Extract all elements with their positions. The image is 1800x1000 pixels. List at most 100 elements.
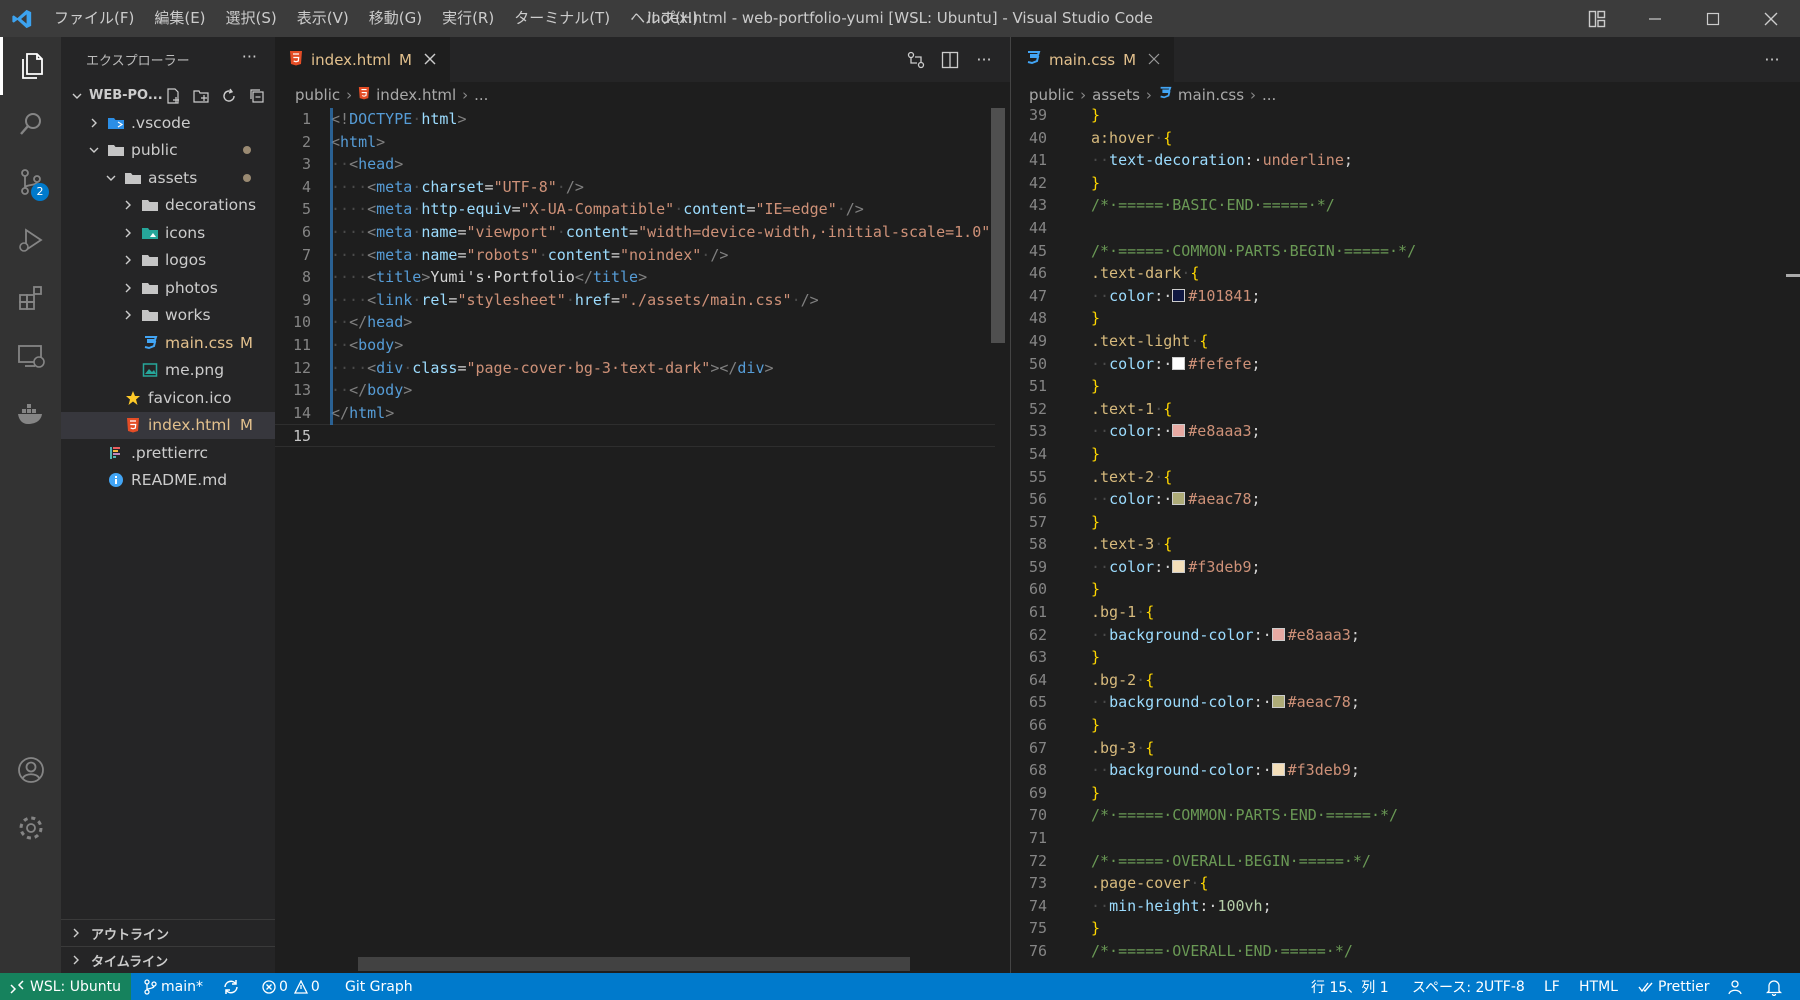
color-swatch[interactable] (1172, 288, 1186, 302)
code-text: ··color:· #f3deb9; (1091, 556, 1261, 579)
line-number: 51 (1028, 377, 1047, 396)
css-code-editor[interactable]: 39} 40 a:hover·{41 ··text-decoration:·under… (1011, 104, 1800, 964)
search-icon[interactable] (0, 95, 61, 153)
code-token: "robots" (466, 245, 539, 264)
branch-indicator[interactable]: main* (143, 973, 203, 1000)
sync-icon[interactable] (222, 973, 240, 1000)
breadcrumb-item[interactable]: assets (1092, 86, 1140, 104)
file-item[interactable]: me.png (61, 357, 275, 385)
minimize-button[interactable] (1626, 0, 1684, 37)
code-line: 8 ····<title>Yumi's·Portfolio</title> (275, 266, 995, 289)
folder-item[interactable]: .vscode (61, 109, 275, 137)
docker-icon[interactable] (0, 385, 61, 443)
code-text: ····<div·class="page-cover·bg-3·text-dar… (331, 357, 774, 380)
language-mode[interactable]: HTML (1579, 973, 1618, 1000)
color-swatch[interactable] (1172, 492, 1186, 506)
code-line: 77 (1011, 963, 1800, 964)
layout-icon[interactable] (1568, 0, 1626, 37)
breadcrumb-item[interactable]: index.html (376, 86, 456, 104)
collapse-all-icon[interactable] (247, 86, 267, 106)
color-swatch[interactable] (1172, 356, 1186, 370)
code-text: ····<title>Yumi's·Portfolio</title> (331, 266, 647, 289)
split-editor-icon[interactable] (939, 49, 961, 71)
menu-item[interactable]: 編集(E) (144, 0, 215, 37)
modified-indicator: M (1123, 50, 1137, 69)
folder-item[interactable]: icons (61, 219, 275, 247)
code-line: 71 (1011, 827, 1800, 850)
tab-main-css[interactable]: main.css M (1011, 37, 1175, 82)
code-token: > (638, 268, 648, 287)
folder-icon (140, 195, 160, 215)
remote-explorer-icon[interactable] (0, 327, 61, 385)
code-line: 69} (1011, 782, 1800, 805)
menu-item[interactable]: 実行(R) (432, 0, 504, 37)
vertical-scrollbar-thumb[interactable] (991, 108, 1005, 343)
menu-item[interactable]: 移動(G) (359, 0, 432, 37)
chevron-down-icon (103, 170, 119, 186)
menu-item[interactable]: 表示(V) (287, 0, 359, 37)
code-text: ····<meta·name="robots"·content="noindex… (331, 244, 728, 267)
close-window-button[interactable] (1742, 0, 1800, 37)
code-token: · (1154, 128, 1164, 147)
workspace-root[interactable]: WEB-PO... (61, 82, 275, 109)
close-icon[interactable] (424, 51, 436, 69)
new-folder-icon[interactable] (191, 86, 211, 106)
outline-section[interactable]: アウトライン (61, 919, 275, 946)
file-item[interactable]: favicon.ico (61, 384, 275, 412)
folder-item[interactable]: decorations (61, 192, 275, 220)
git-graph-button[interactable]: Git Graph (345, 973, 413, 1000)
file-item[interactable]: .prettierrc (61, 439, 275, 467)
horizontal-scrollbar-thumb[interactable] (358, 957, 910, 971)
refresh-icon[interactable] (219, 86, 239, 106)
code-token: } (1091, 309, 1101, 328)
breadcrumb-item[interactable]: ... (474, 86, 488, 104)
encoding[interactable]: UTF-8 (1484, 973, 1525, 1000)
menu-item[interactable]: ヘルプ(H) (620, 0, 708, 37)
remote-indicator[interactable]: WSL: Ubuntu (0, 973, 131, 1000)
menu-item[interactable]: ファイル(F) (44, 0, 144, 37)
breadcrumb-item[interactable]: main.css (1178, 86, 1244, 104)
folder-item[interactable]: logos (61, 247, 275, 275)
account-icon[interactable] (0, 741, 61, 799)
tab-index-html[interactable]: index.html M (275, 37, 450, 82)
settings-gear-icon[interactable] (0, 799, 61, 857)
color-swatch[interactable] (1271, 627, 1285, 641)
indentation[interactable]: スペース: 2 (1412, 973, 1484, 1000)
file-item[interactable]: index.html M (61, 411, 275, 439)
folder-item[interactable]: photos (61, 274, 275, 302)
new-file-icon[interactable] (163, 86, 183, 106)
folder-item[interactable]: assets (61, 164, 275, 192)
folder-item[interactable]: public (61, 137, 275, 165)
file-item[interactable]: README.md (61, 467, 275, 495)
breadcrumb-item[interactable]: public (295, 86, 340, 104)
color-swatch[interactable] (1271, 763, 1285, 777)
more-actions-icon[interactable]: ··· (973, 49, 995, 71)
maximize-button[interactable] (1684, 0, 1742, 37)
line-number: 4 (301, 177, 311, 196)
end-of-line[interactable]: LF (1544, 973, 1560, 1000)
file-item[interactable]: main.css M (61, 329, 275, 357)
color-swatch[interactable] (1172, 559, 1186, 573)
color-swatch[interactable] (1271, 695, 1285, 709)
menu-item[interactable]: 選択(S) (216, 0, 287, 37)
prettier-status[interactable]: Prettier (1638, 973, 1710, 1000)
cursor-position[interactable]: 行 15、列 1 (1311, 973, 1389, 1000)
extensions-icon[interactable] (0, 269, 61, 327)
feedback-icon[interactable] (1726, 973, 1744, 1000)
more-actions-icon[interactable]: ··· (1761, 49, 1783, 71)
run-debug-icon[interactable] (0, 211, 61, 269)
source-control-icon[interactable]: 2 (0, 153, 61, 211)
more-actions-icon[interactable]: ··· (242, 47, 257, 66)
breadcrumb-item[interactable]: ... (1262, 86, 1276, 104)
problems-indicator[interactable]: 0 0 (262, 973, 320, 1000)
explorer-icon[interactable] (0, 37, 61, 95)
breadcrumb-item[interactable]: public (1029, 86, 1074, 104)
open-changes-icon[interactable] (905, 49, 927, 71)
notifications-bell-icon[interactable] (1766, 973, 1782, 1000)
menu-item[interactable]: ターミナル(T) (504, 0, 620, 37)
html-code-editor[interactable]: 1 <!DOCTYPE·html> 2 <html> 3 ··<head> 4 ····<me… (275, 108, 995, 968)
timeline-section[interactable]: タイムライン (61, 946, 275, 973)
color-swatch[interactable] (1172, 424, 1186, 438)
folder-item[interactable]: works (61, 302, 275, 330)
close-icon[interactable] (1148, 51, 1160, 69)
